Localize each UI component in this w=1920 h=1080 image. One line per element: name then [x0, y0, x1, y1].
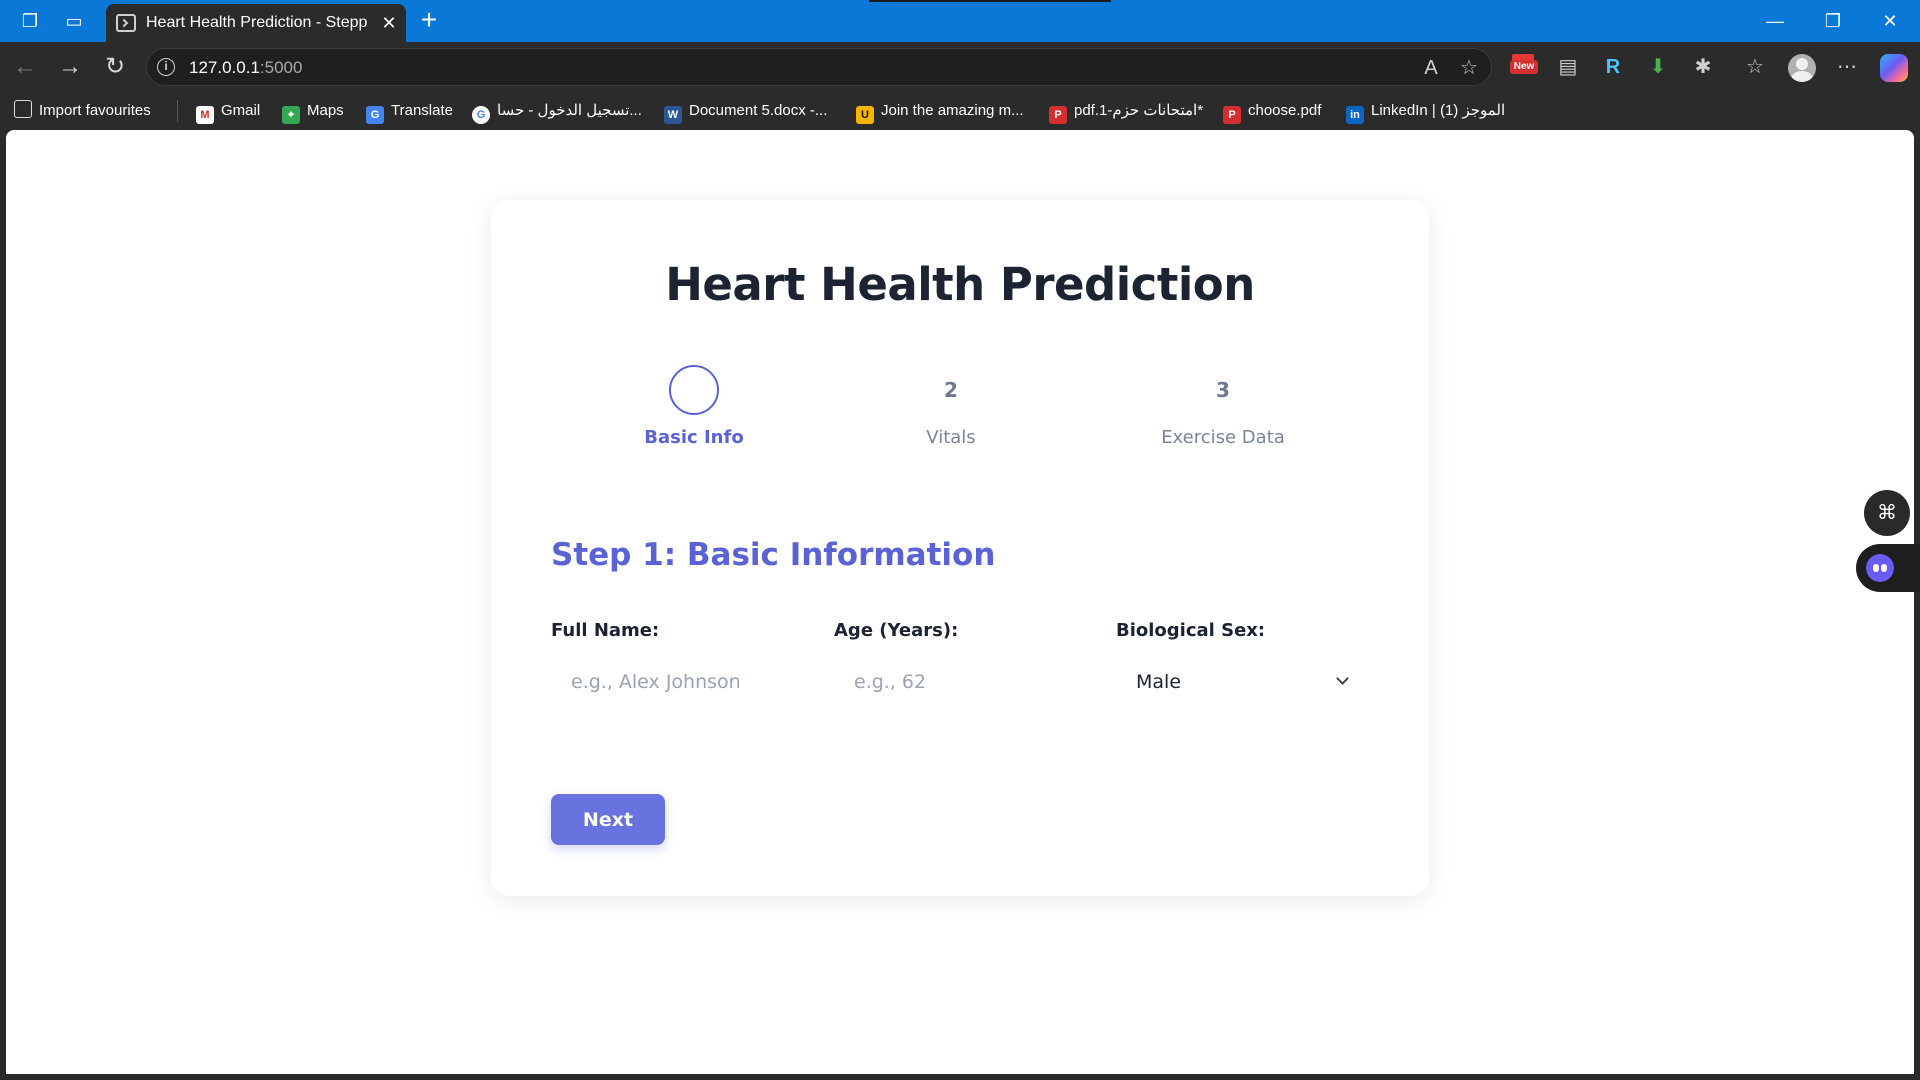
assistant-widget[interactable] [1856, 544, 1920, 592]
step-vitals[interactable]: 2 Vitals [851, 365, 1051, 455]
pdf-icon: P [1049, 106, 1067, 124]
sex-label: Biological Sex: [1116, 620, 1266, 641]
bookmark-document[interactable]: W Document 5.docx -... [664, 100, 827, 124]
step-label: Vitals [926, 427, 976, 448]
url-text[interactable]: 127.0.0.1:5000 [189, 58, 302, 78]
bookmark-import-favourites[interactable]: Import favourites [14, 100, 151, 122]
full-name-input[interactable] [551, 658, 781, 706]
tab-actions-icon[interactable]: ▭ [62, 9, 86, 33]
bookmark-translate[interactable]: G Translate [366, 100, 453, 124]
bot-icon [1866, 554, 1894, 582]
read-aloud-icon[interactable]: A [1417, 55, 1445, 81]
new-badge: New [1510, 60, 1538, 74]
tab-title: Heart Health Prediction - Stepped Form [146, 14, 368, 31]
back-button[interactable]: ← [10, 52, 40, 82]
forward-button[interactable]: → [55, 52, 85, 82]
bookmarks-bar: Import favourites M Gmail ⌖ Maps G Translat… [0, 92, 1920, 130]
extensions-puzzle-icon[interactable]: ✱ [1688, 52, 1718, 82]
bookmarks-divider [177, 100, 178, 122]
terminal-icon [116, 14, 136, 32]
download-extension-icon[interactable]: ⬇ [1643, 52, 1673, 82]
close-window-button[interactable]: ✕ [1870, 6, 1910, 36]
step-exercise-data[interactable]: 3 Exercise Data [1123, 365, 1323, 455]
step-label: Basic Info [644, 427, 744, 448]
sex-selected-value: Male [1136, 671, 1182, 693]
close-tab-icon[interactable]: ✕ [378, 10, 400, 36]
minimize-button[interactable]: — [1755, 6, 1795, 36]
step-label: Exercise Data [1161, 427, 1285, 448]
bookmark-pdf-exams[interactable]: Ppdf.1-امتحانات حزم* [1049, 100, 1203, 124]
page-viewport: Heart Health Prediction Basic Info 2 Vit… [6, 130, 1914, 1074]
window-bottom-border [0, 1074, 1920, 1080]
bookmark-join[interactable]: U Join the amazing m... [856, 100, 1024, 124]
profile-avatar[interactable] [1788, 54, 1816, 82]
browser-toolbar: ← → ↻ i 127.0.0.1:5000 A ☆ ▤ R ⬇ ✱ ☆ ⋯ [0, 42, 1920, 92]
new-tab-button[interactable]: + [414, 4, 444, 36]
site-info-icon[interactable]: i [157, 58, 175, 76]
step-number: 3 [1216, 378, 1230, 402]
import-icon [14, 100, 32, 118]
google-icon: G [472, 106, 490, 124]
favorite-star-icon[interactable]: ☆ [1455, 55, 1483, 81]
tab-heart-health[interactable]: Heart Health Prediction - Stepped Form ✕ [106, 4, 406, 42]
sex-field: Biological Sex: Male [1116, 620, 1349, 693]
window-titlebar: ❐ ▭ Heart Health Prediction - Stepped Fo… [0, 0, 1920, 42]
age-field: Age (Years): [834, 620, 1064, 706]
sex-select[interactable]: Male [1116, 658, 1356, 706]
favorites-icon[interactable]: ☆ [1740, 52, 1770, 82]
reading-mode-icon[interactable]: ▤ [1553, 52, 1583, 82]
translate-icon: G [366, 106, 384, 124]
chevron-down-icon [1336, 672, 1349, 685]
age-input[interactable] [834, 658, 1064, 706]
reload-button[interactable]: ↻ [100, 52, 130, 82]
bookmark-choose-pdf[interactable]: Pchoose.pdf [1223, 100, 1321, 124]
full-name-field: Full Name: [551, 620, 781, 706]
page-title: Heart Health Prediction [665, 258, 1255, 311]
bookmark-gmail[interactable]: M Gmail [196, 100, 260, 124]
full-name-label: Full Name: [551, 620, 660, 641]
section-title: Step 1: Basic Information [551, 537, 996, 573]
restore-button[interactable]: ❐ [1813, 6, 1853, 36]
step-number: 2 [944, 378, 958, 402]
copilot-icon[interactable] [1880, 54, 1908, 82]
step-basic-info[interactable]: Basic Info [594, 365, 794, 455]
word-icon: W [664, 106, 682, 124]
form-card: Heart Health Prediction Basic Info 2 Vit… [491, 200, 1429, 896]
workspaces-icon[interactable]: ❐ [18, 9, 42, 33]
more-menu-icon[interactable]: ⋯ [1832, 52, 1862, 82]
pdf-icon: P [1223, 106, 1241, 124]
join-icon: U [856, 106, 874, 124]
gmail-icon: M [196, 106, 214, 124]
step-number-circle [669, 365, 719, 415]
address-bar[interactable]: i 127.0.0.1:5000 A ☆ [146, 48, 1492, 86]
bookmark-maps[interactable]: ⌖ Maps [282, 100, 344, 124]
apps-grid-icon[interactable]: ⌘ [1864, 490, 1910, 536]
bookmark-linkedin[interactable]: in LinkedIn | الموجز (1) [1346, 100, 1505, 124]
next-button[interactable]: Next [551, 794, 665, 845]
linkedin-icon: in [1346, 106, 1364, 124]
extension-r-icon[interactable]: R [1598, 52, 1628, 82]
titlebar-indicator [869, 0, 1111, 2]
age-label: Age (Years): [834, 620, 959, 641]
bookmark-google-login[interactable]: G تسجيل الدخول - حسا... [472, 100, 642, 124]
maps-icon: ⌖ [282, 106, 300, 124]
